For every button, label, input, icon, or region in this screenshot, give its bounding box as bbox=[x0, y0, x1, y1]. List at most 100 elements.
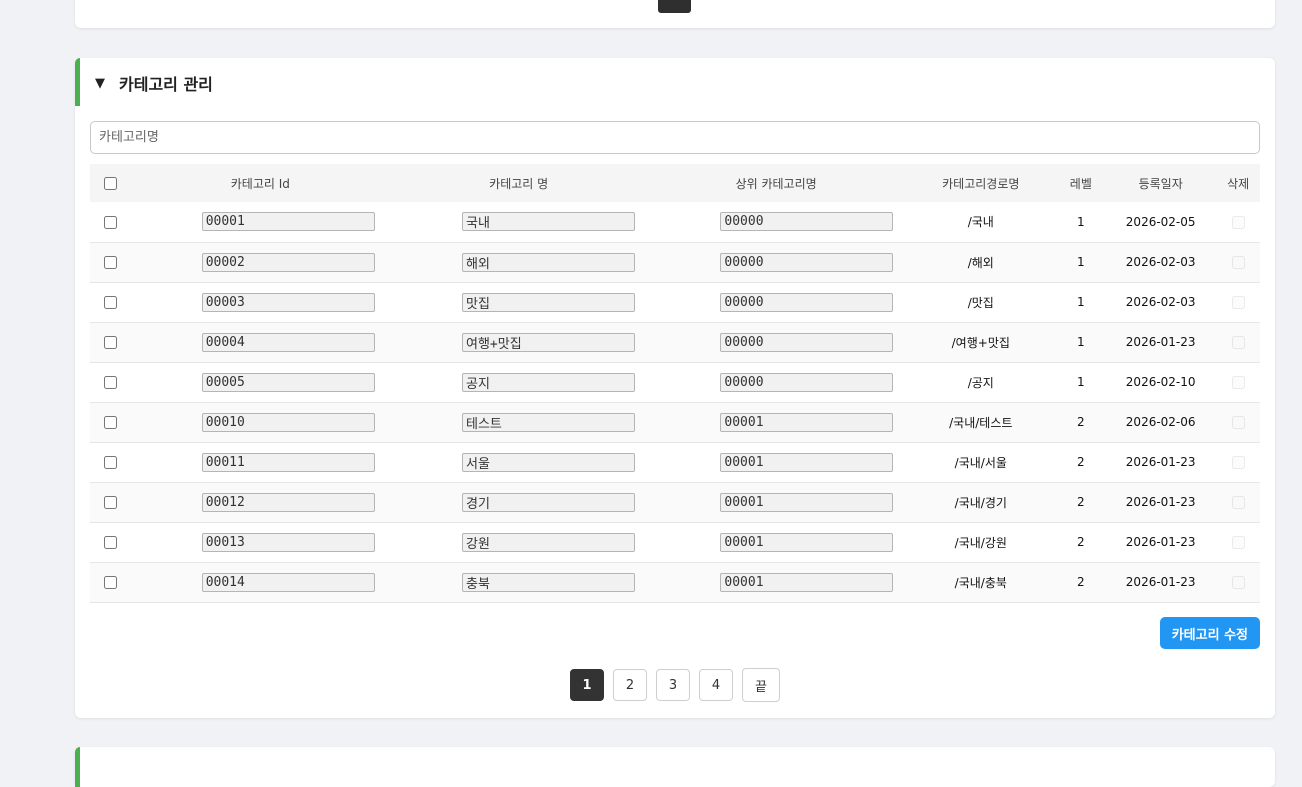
select-all-header bbox=[90, 164, 131, 202]
parent-category-cell bbox=[647, 482, 904, 522]
update-category-button[interactable]: 카테고리 수정 bbox=[1159, 617, 1260, 649]
table-row: /국내/경기 2 2026-01-23 bbox=[90, 482, 1260, 522]
row-select-checkbox[interactable] bbox=[103, 296, 117, 309]
parent-category-input[interactable] bbox=[720, 452, 894, 472]
parent-category-input[interactable] bbox=[720, 292, 894, 312]
collapse-triangle-icon[interactable]: ▼ bbox=[95, 76, 107, 91]
level-cell: 2 bbox=[1077, 535, 1085, 549]
category-name-input[interactable] bbox=[461, 332, 635, 352]
row-select-cell bbox=[90, 242, 131, 282]
table-row: /맛집 1 2026-02-03 bbox=[90, 282, 1260, 322]
table-row: /공지 1 2026-02-10 bbox=[90, 362, 1260, 402]
select-all-checkbox[interactable] bbox=[103, 177, 117, 190]
category-name-input[interactable] bbox=[461, 252, 635, 272]
row-select-checkbox[interactable] bbox=[103, 376, 117, 389]
category-name-search-input[interactable] bbox=[90, 121, 1260, 154]
row-select-cell bbox=[90, 362, 131, 402]
row-select-checkbox[interactable] bbox=[103, 336, 117, 349]
delete-checkbox[interactable] bbox=[1231, 336, 1245, 349]
category-name-input[interactable] bbox=[461, 212, 635, 232]
parent-category-input[interactable] bbox=[720, 372, 894, 392]
row-select-checkbox[interactable] bbox=[103, 576, 117, 589]
category-name-input[interactable] bbox=[461, 532, 635, 552]
delete-checkbox[interactable] bbox=[1231, 296, 1245, 309]
category-name-input[interactable] bbox=[461, 572, 635, 592]
parent-category-input[interactable] bbox=[720, 212, 894, 232]
level-cell: 1 bbox=[1077, 295, 1085, 309]
category-id-input[interactable] bbox=[201, 412, 375, 432]
category-table: 카테고리 Id 카테고리 명 상위 카테고리명 카테고리경로명 레벨 등록일자 … bbox=[90, 164, 1260, 603]
parent-category-input[interactable] bbox=[720, 572, 894, 592]
category-id-input[interactable] bbox=[201, 372, 375, 392]
category-id-input[interactable] bbox=[201, 532, 375, 552]
row-select-checkbox[interactable] bbox=[103, 496, 117, 509]
category-id-input[interactable] bbox=[201, 252, 375, 272]
category-name-cell bbox=[390, 242, 647, 282]
parent-category-cell bbox=[647, 362, 904, 402]
row-select-cell bbox=[90, 562, 131, 602]
table-row: /국내/충북 2 2026-01-23 bbox=[90, 562, 1260, 602]
category-id-input[interactable] bbox=[201, 332, 375, 352]
row-select-checkbox[interactable] bbox=[103, 536, 117, 549]
registered-date-cell: 2026-01-23 bbox=[1125, 575, 1196, 589]
category-name-input[interactable] bbox=[461, 452, 635, 472]
category-path-cell: /국내/테스트 bbox=[949, 415, 1013, 430]
registered-date-cell: 2026-02-05 bbox=[1125, 214, 1196, 229]
level-cell: 1 bbox=[1077, 255, 1085, 269]
category-name-input[interactable] bbox=[461, 372, 635, 392]
category-name-input[interactable] bbox=[461, 292, 635, 312]
last-page-button[interactable]: 끝 bbox=[742, 668, 780, 702]
delete-checkbox[interactable] bbox=[1231, 456, 1245, 469]
row-select-checkbox[interactable] bbox=[103, 215, 117, 229]
table-row: /국내/강원 2 2026-01-23 bbox=[90, 522, 1260, 562]
row-select-cell bbox=[90, 322, 131, 362]
category-id-cell bbox=[131, 482, 390, 522]
category-path-cell: /해외 bbox=[967, 255, 994, 270]
row-select-cell bbox=[90, 282, 131, 322]
delete-checkbox[interactable] bbox=[1231, 376, 1245, 389]
category-id-cell bbox=[131, 402, 390, 442]
parent-category-input[interactable] bbox=[720, 252, 894, 272]
category-name-cell bbox=[390, 402, 647, 442]
next-section-accent-bar bbox=[75, 747, 80, 787]
delete-checkbox[interactable] bbox=[1231, 215, 1245, 229]
category-name-cell bbox=[390, 562, 647, 602]
delete-checkbox[interactable] bbox=[1231, 416, 1245, 429]
category-id-cell bbox=[131, 242, 390, 282]
parent-category-cell bbox=[647, 202, 904, 242]
page-button-3[interactable]: 3 bbox=[656, 669, 690, 701]
category-id-input[interactable] bbox=[201, 452, 375, 472]
category-id-cell bbox=[131, 282, 390, 322]
page-button-2[interactable]: 2 bbox=[613, 669, 647, 701]
table-header-row: 카테고리 Id 카테고리 명 상위 카테고리명 카테고리경로명 레벨 등록일자 … bbox=[90, 164, 1260, 202]
delete-checkbox[interactable] bbox=[1231, 496, 1245, 509]
category-id-input[interactable] bbox=[201, 492, 375, 512]
registered-date-cell: 2026-01-23 bbox=[1125, 335, 1196, 349]
row-select-checkbox[interactable] bbox=[103, 416, 117, 429]
category-name-cell bbox=[390, 442, 647, 482]
parent-category-input[interactable] bbox=[720, 492, 894, 512]
row-select-checkbox[interactable] bbox=[103, 456, 117, 469]
category-path-cell: /국내/경기 bbox=[954, 495, 1007, 510]
row-select-cell bbox=[90, 402, 131, 442]
parent-category-input[interactable] bbox=[720, 532, 894, 552]
delete-cell bbox=[1216, 242, 1260, 282]
parent-category-input[interactable] bbox=[720, 412, 894, 432]
category-name-input[interactable] bbox=[461, 492, 635, 512]
delete-checkbox[interactable] bbox=[1231, 256, 1245, 269]
previous-section-button[interactable] bbox=[658, 0, 691, 13]
section-header[interactable]: ▼ 카테고리 관리 bbox=[95, 71, 213, 95]
category-id-input[interactable] bbox=[201, 212, 375, 232]
delete-cell bbox=[1216, 362, 1260, 402]
category-id-cell bbox=[131, 322, 390, 362]
category-id-input[interactable] bbox=[201, 292, 375, 312]
page-button-1[interactable]: 1 bbox=[570, 669, 604, 701]
category-id-input[interactable] bbox=[201, 572, 375, 592]
row-select-checkbox[interactable] bbox=[103, 256, 117, 269]
page-button-4[interactable]: 4 bbox=[699, 669, 733, 701]
delete-checkbox[interactable] bbox=[1231, 576, 1245, 589]
category-name-input[interactable] bbox=[461, 412, 635, 432]
delete-checkbox[interactable] bbox=[1231, 536, 1245, 549]
level-cell: 1 bbox=[1077, 335, 1085, 349]
parent-category-input[interactable] bbox=[720, 332, 894, 352]
